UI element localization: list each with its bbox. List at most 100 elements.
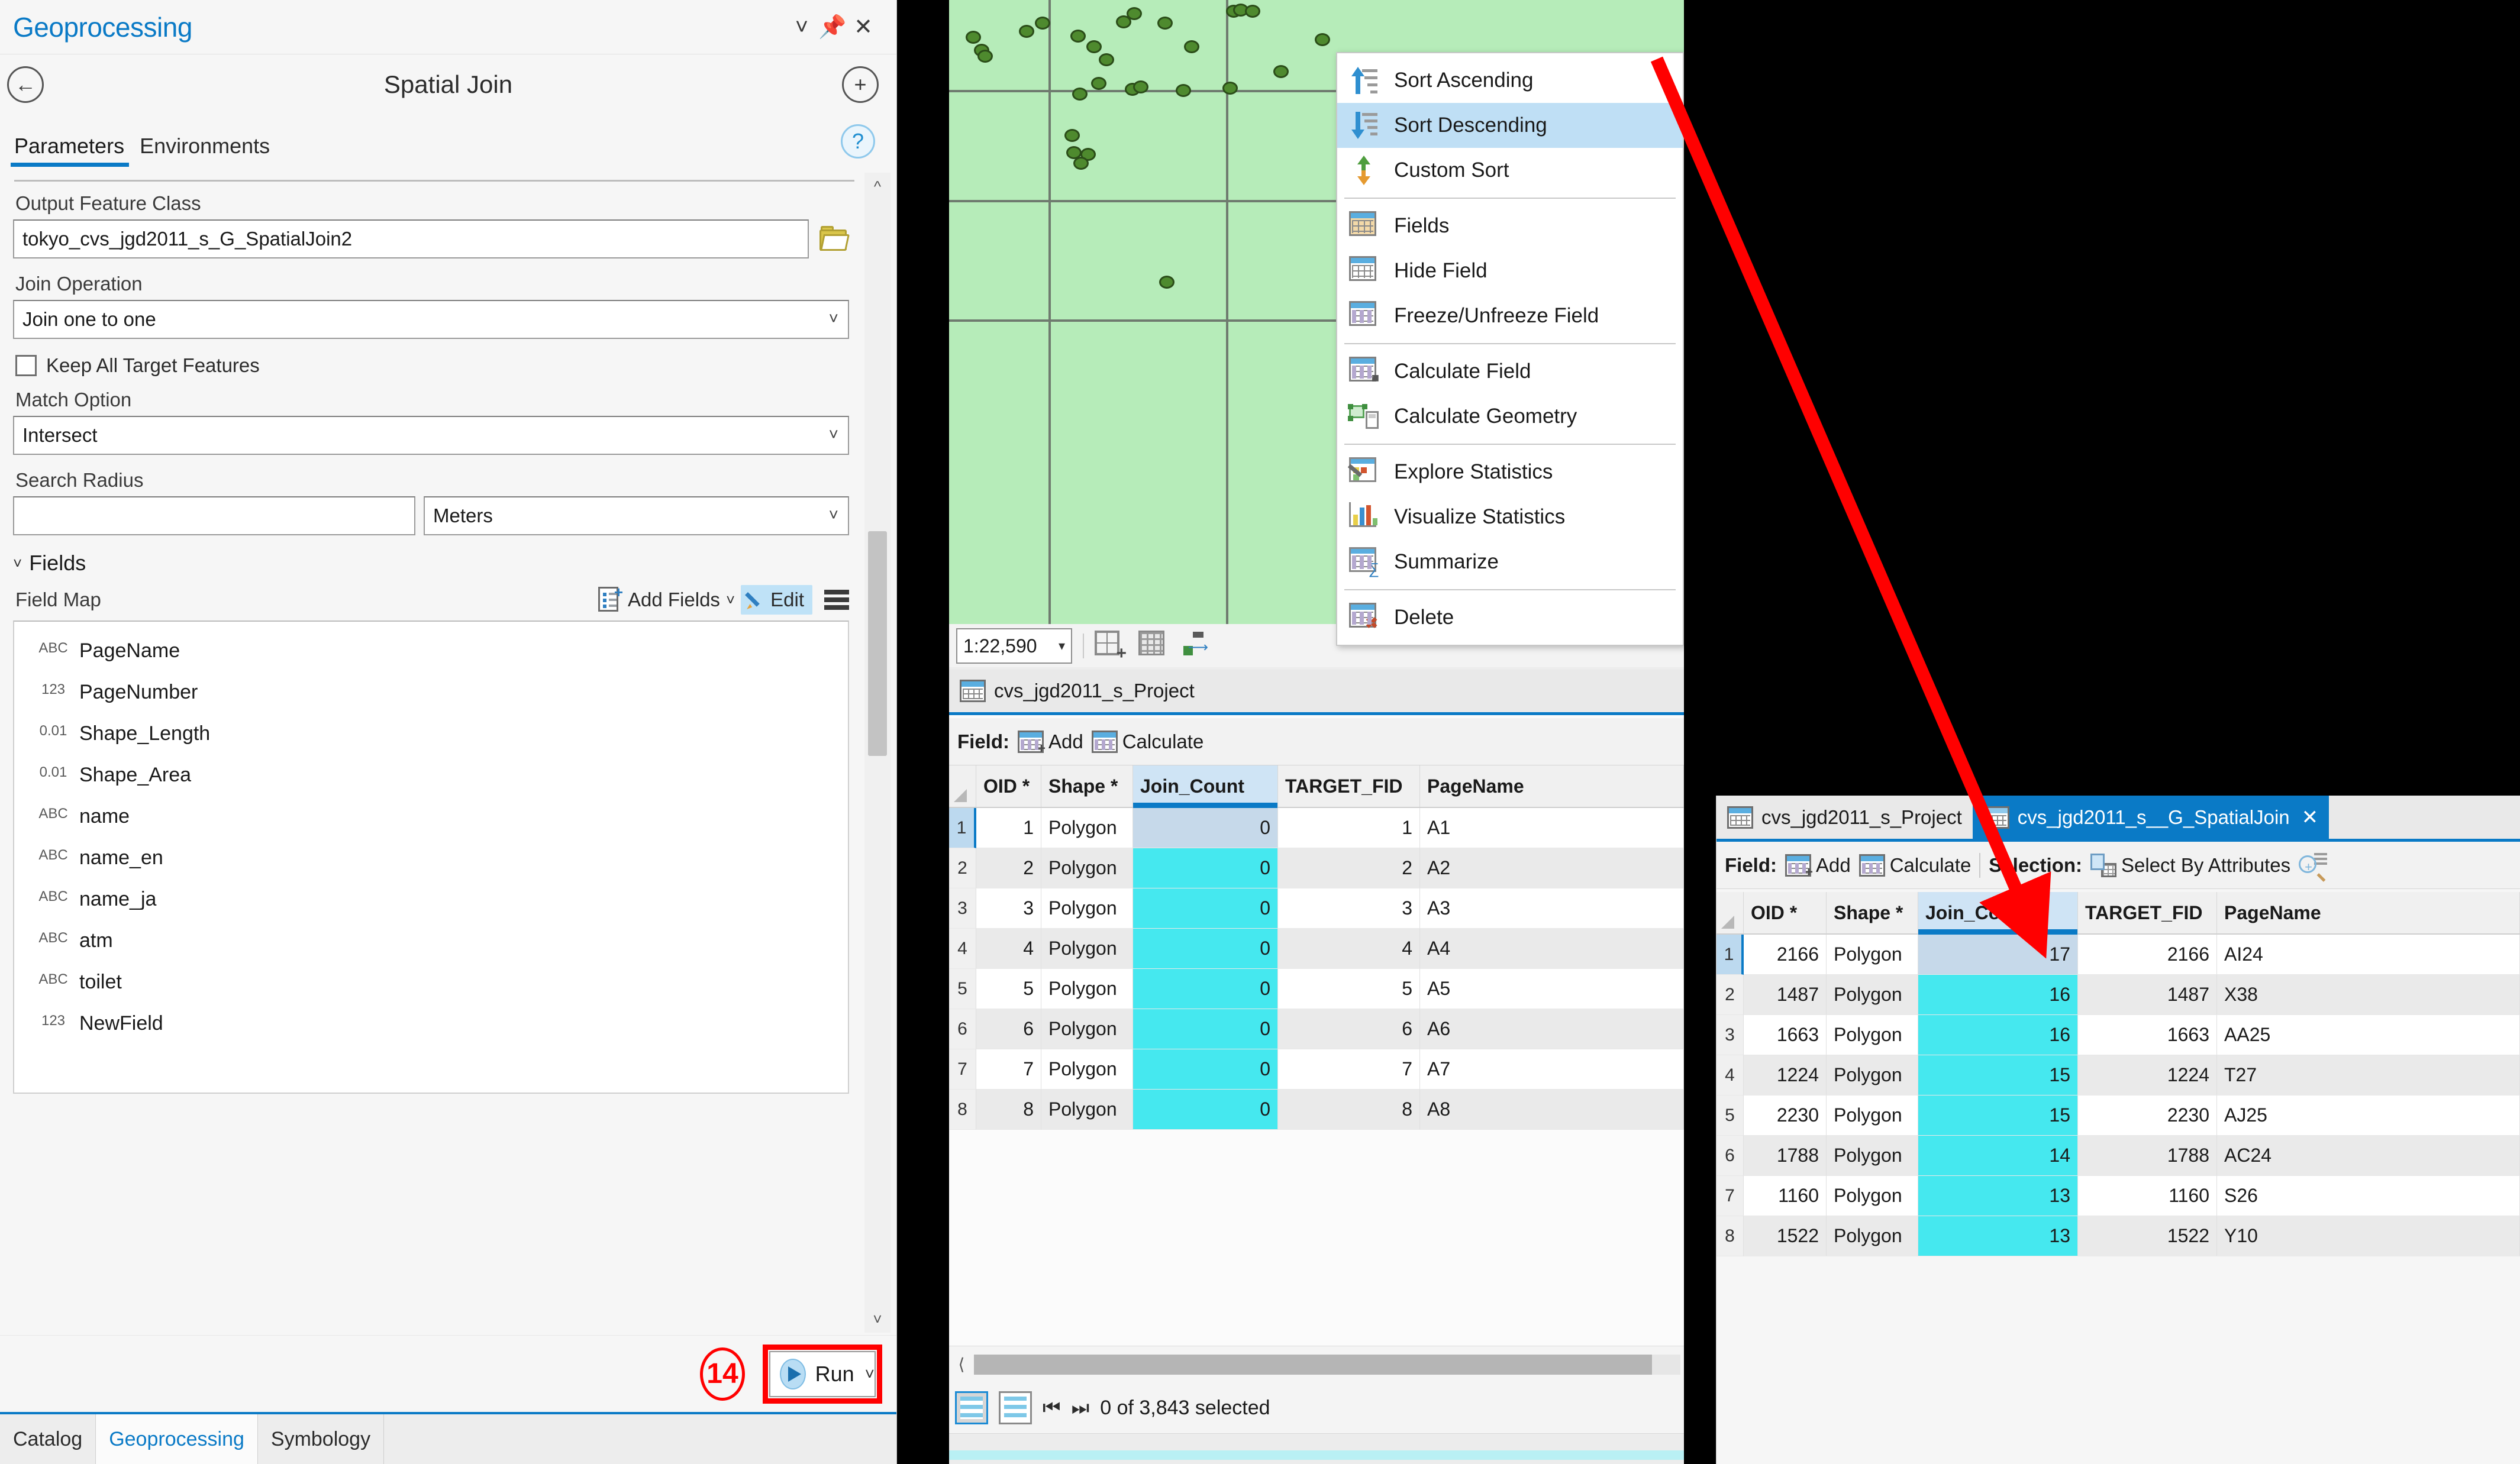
map-point[interactable] bbox=[1070, 30, 1086, 43]
cell-target-fid[interactable]: 7 bbox=[1278, 1049, 1420, 1090]
map-point[interactable] bbox=[1019, 25, 1034, 38]
scroll-down-icon[interactable]: ˅ bbox=[864, 1305, 890, 1333]
cell-shape[interactable]: Polygon bbox=[1827, 1055, 1918, 1095]
zoom-to-selection-icon[interactable]: + bbox=[2299, 852, 2328, 882]
cell-join-count[interactable]: 15 bbox=[1918, 1095, 2078, 1136]
cell-join-count[interactable]: 13 bbox=[1918, 1176, 2078, 1216]
pin-icon[interactable]: 📌 bbox=[817, 12, 848, 43]
cell-target-fid[interactable]: 5 bbox=[1278, 969, 1420, 1009]
chevron-down-icon[interactable]: ˅ bbox=[726, 591, 735, 609]
back-button[interactable]: ← bbox=[7, 66, 44, 103]
menu-item-sort-ascending[interactable]: Sort Ascending bbox=[1337, 58, 1683, 103]
cell-pagename[interactable]: A3 bbox=[1420, 888, 1684, 929]
scroll-left-icon[interactable]: ⟨ bbox=[953, 1355, 970, 1374]
cell-oid[interactable]: 4 bbox=[976, 929, 1041, 969]
table-row[interactable]: 6 1788 Polygon 14 1788 AC24 bbox=[1716, 1136, 2520, 1176]
row-number[interactable]: 6 bbox=[1716, 1136, 1744, 1176]
column-header-pagename[interactable]: PageName bbox=[1420, 765, 1684, 807]
list-item[interactable]: 123 PageNumber bbox=[14, 671, 848, 713]
cell-oid[interactable]: 2166 bbox=[1744, 935, 1827, 975]
search-radius-units-select[interactable]: Meters bbox=[424, 496, 849, 535]
table-view-button[interactable] bbox=[955, 1391, 988, 1424]
calculate-field-button[interactable]: Calculate bbox=[1091, 730, 1203, 753]
cell-oid[interactable]: 1224 bbox=[1744, 1055, 1827, 1095]
help-icon[interactable]: ? bbox=[841, 124, 875, 159]
first-record-icon[interactable]: ⏮ bbox=[1043, 1397, 1061, 1420]
map-point[interactable] bbox=[1064, 129, 1080, 142]
list-item[interactable]: 123 NewField bbox=[14, 1003, 848, 1044]
cell-shape[interactable]: Polygon bbox=[1041, 1049, 1133, 1090]
cell-target-fid[interactable]: 1522 bbox=[2078, 1216, 2217, 1256]
cell-join-count[interactable]: 0 bbox=[1133, 1049, 1278, 1090]
edit-button[interactable]: Edit bbox=[741, 585, 812, 615]
table-row[interactable]: 8 1522 Polygon 13 1522 Y10 bbox=[1716, 1216, 2520, 1256]
cell-target-fid[interactable]: 3 bbox=[1278, 888, 1420, 929]
cell-target-fid[interactable]: 2230 bbox=[2078, 1095, 2217, 1136]
field-map-list[interactable]: ABC PageName 123 PageNumber 0.01 Shape_Leng… bbox=[13, 620, 849, 1094]
cell-shape[interactable]: Polygon bbox=[1827, 1015, 1918, 1055]
cell-shape[interactable]: Polygon bbox=[1827, 1136, 1918, 1176]
menu-item-fields[interactable]: Fields bbox=[1337, 203, 1683, 248]
list-item[interactable]: ABC name_en bbox=[14, 837, 848, 878]
add-grid-icon[interactable]: + bbox=[1095, 631, 1128, 662]
column-header-target-fid[interactable]: TARGET_FID bbox=[2078, 892, 2217, 933]
menu-item-explore-statistics[interactable]: Explore Statistics bbox=[1337, 450, 1683, 495]
scrollbar-thumb[interactable] bbox=[868, 531, 887, 756]
add-field-button[interactable]: + Add bbox=[1018, 730, 1083, 755]
table-row[interactable]: 4 4 Polygon 0 4 A4 bbox=[949, 929, 1684, 969]
cell-shape[interactable]: Polygon bbox=[1041, 888, 1133, 929]
cell-join-count[interactable]: 0 bbox=[1133, 888, 1278, 929]
table-row[interactable]: 5 5 Polygon 0 5 A5 bbox=[949, 969, 1684, 1009]
table-row[interactable]: 3 3 Polygon 0 3 A3 bbox=[949, 888, 1684, 929]
cell-shape[interactable]: Polygon bbox=[1041, 929, 1133, 969]
share-diagram-icon[interactable]: ⟶ bbox=[1182, 631, 1215, 661]
table-row[interactable]: 2 1487 Polygon 16 1487 X38 bbox=[1716, 975, 2520, 1015]
map-point[interactable] bbox=[1184, 40, 1199, 53]
menu-item-freeze-field[interactable]: Freeze/Unfreeze Field bbox=[1337, 293, 1683, 338]
cell-pagename[interactable]: AA25 bbox=[2217, 1015, 2520, 1055]
cell-pagename[interactable]: A5 bbox=[1420, 969, 1684, 1009]
map-scale-selector[interactable]: 1:22,590 ▾ bbox=[956, 628, 1072, 664]
chevron-down-icon[interactable]: ˅ bbox=[786, 12, 817, 43]
cell-target-fid[interactable]: 2166 bbox=[2078, 935, 2217, 975]
row-number[interactable]: 3 bbox=[949, 888, 976, 929]
cell-oid[interactable]: 1663 bbox=[1744, 1015, 1827, 1055]
table-row[interactable]: 2 2 Polygon 0 2 A2 bbox=[949, 848, 1684, 888]
row-number[interactable]: 7 bbox=[949, 1049, 976, 1090]
tab-geoprocessing[interactable]: Geoprocessing bbox=[96, 1414, 258, 1464]
list-item[interactable]: ABC name_ja bbox=[14, 878, 848, 920]
row-number[interactable]: 6 bbox=[949, 1009, 976, 1049]
cell-target-fid[interactable]: 1788 bbox=[2078, 1136, 2217, 1176]
column-header-join-count[interactable]: Join_Count ▾ bbox=[1918, 892, 2078, 935]
select-by-attributes-button[interactable]: Select By Attributes bbox=[2090, 853, 2290, 877]
grid-icon[interactable] bbox=[1138, 631, 1172, 661]
keep-all-target-features-checkbox[interactable] bbox=[15, 355, 37, 376]
run-button[interactable]: Run ˅ bbox=[769, 1350, 876, 1397]
list-item[interactable]: 0.01 Shape_Area bbox=[14, 754, 848, 796]
cell-pagename[interactable]: A4 bbox=[1420, 929, 1684, 969]
list-item[interactable]: ABC toilet bbox=[14, 961, 848, 1003]
scroll-up-icon[interactable]: ^ bbox=[864, 173, 890, 200]
hamburger-menu-icon[interactable] bbox=[824, 590, 849, 610]
cell-join-count[interactable]: 0 bbox=[1133, 808, 1278, 848]
column-header-oid[interactable]: OID * bbox=[1744, 892, 1827, 933]
cell-oid[interactable]: 6 bbox=[976, 1009, 1041, 1049]
menu-item-calculate-field[interactable]: ■ Calculate Field bbox=[1337, 349, 1683, 394]
cell-join-count[interactable]: 16 bbox=[1918, 1015, 2078, 1055]
cell-shape[interactable]: Polygon bbox=[1041, 969, 1133, 1009]
output-feature-class-input[interactable]: tokyo_cvs_jgd2011_s_G_SpatialJoin2 bbox=[13, 219, 809, 258]
list-item[interactable]: ABC PageName bbox=[14, 630, 848, 671]
search-radius-input[interactable] bbox=[13, 496, 415, 535]
map-point[interactable] bbox=[1072, 88, 1088, 101]
map-point[interactable] bbox=[1099, 53, 1114, 66]
row-number[interactable]: 5 bbox=[949, 969, 976, 1009]
table-tab-spatial-join[interactable]: cvs_jgd2011_s__G_SpatialJoin ✕ bbox=[1972, 796, 2329, 839]
row-number[interactable]: 2 bbox=[949, 848, 976, 888]
row-number[interactable]: 1 bbox=[949, 808, 976, 848]
cell-oid[interactable]: 1788 bbox=[1744, 1136, 1827, 1176]
cell-join-count[interactable]: 0 bbox=[1133, 929, 1278, 969]
cell-pagename[interactable]: Y10 bbox=[2217, 1216, 2520, 1256]
cell-join-count[interactable]: 0 bbox=[1133, 969, 1278, 1009]
cell-join-count[interactable]: 13 bbox=[1918, 1216, 2078, 1256]
cell-pagename[interactable]: A1 bbox=[1420, 808, 1684, 848]
